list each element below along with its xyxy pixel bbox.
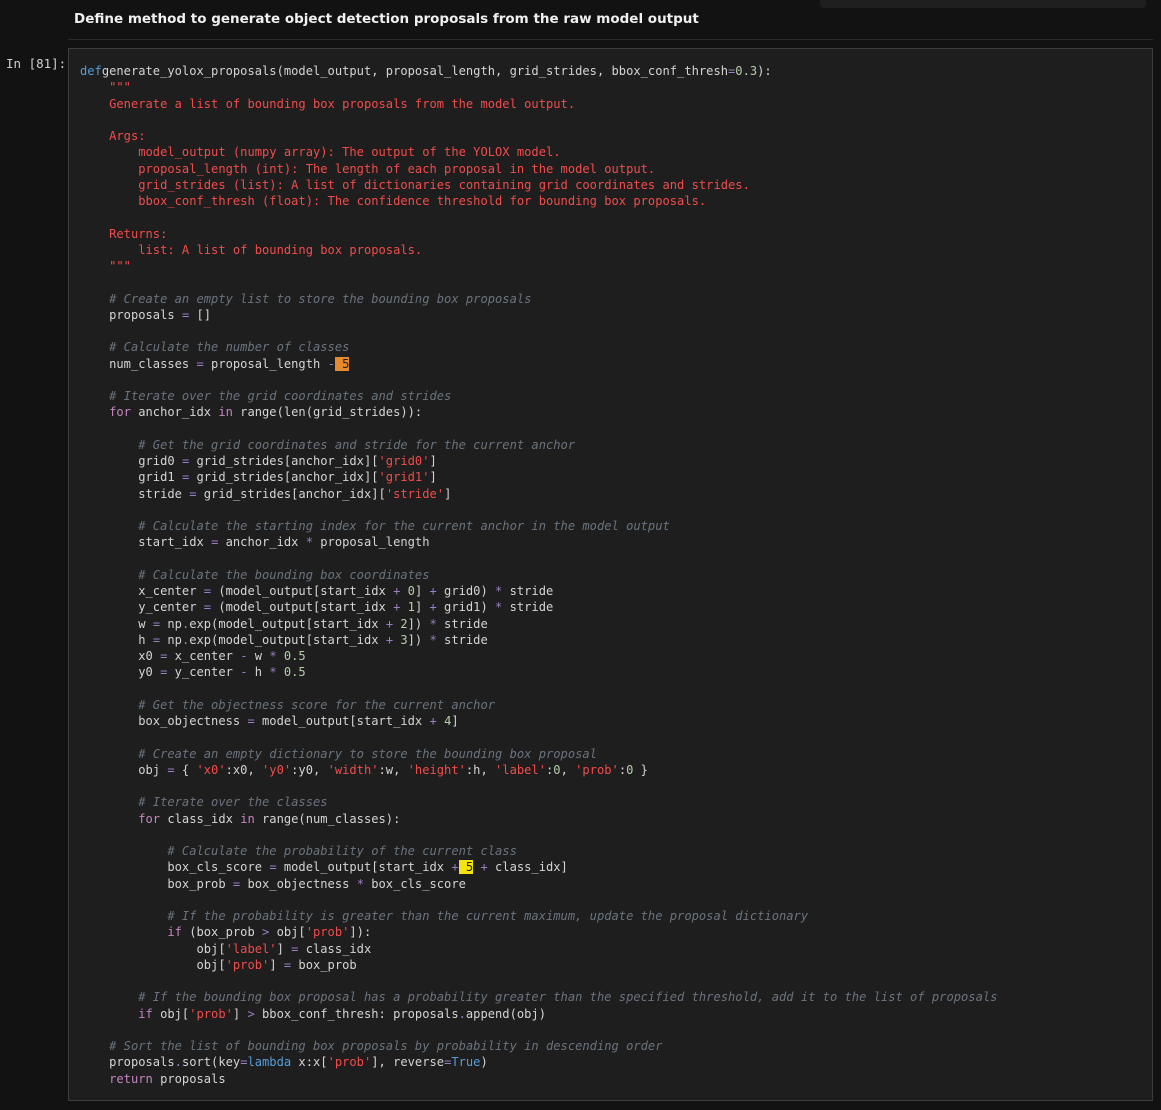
code-line: if (box_prob > obj['prob']): [80,925,372,940]
code-line: # Calculate the number of classes [80,340,350,355]
code-line: y0 = y_center - h * 0.5 [80,665,306,680]
code-line: # Create an empty list to store the boun… [80,291,532,306]
code-line: # Iterate over the classes [80,795,328,810]
code-line: if obj['prob'] > bbox_conf_thresh: propo… [80,1006,546,1021]
code-line: box_cls_score = model_output[start_idx +… [80,860,568,875]
cell-execution-prompt: In [81]: [6,56,67,71]
code-line: num_classes = proposal_length - 5 [80,356,350,371]
code-line: x_center = (model_output[start_idx + 0] … [80,584,554,598]
code-line: # Get the grid coordinates and stride fo… [80,437,576,452]
code-line: for class_idx in range(num_classes): [80,811,401,826]
code-line: grid_strides (list): A list of dictionar… [80,177,750,192]
code-line: obj['prob'] = box_prob [80,957,357,972]
markdown-cell-heading: Define method to generate object detecti… [74,11,699,27]
code-line: # Calculate the bounding box coordinates [80,567,430,582]
code-line: obj = { 'x0':x0, 'y0':y0, 'width':w, 'he… [80,762,648,777]
code-line: stride = grid_strides[anchor_idx]['strid… [80,486,452,501]
code-line: bbox_conf_thresh (float): The confidence… [80,194,707,208]
code-line: """ [80,259,131,273]
cell-divider [68,39,1153,40]
code-line: x0 = x_center - w * 0.5 [80,649,306,663]
code-line: proposals = [] [80,307,212,322]
code-line: for anchor_idx in range(len(grid_strides… [80,405,423,420]
code-line: defgenerate_yolox_proposals(model_output… [80,64,772,78]
code-line: box_prob = box_objectness * box_cls_scor… [80,876,466,891]
code-line: y_center = (model_output[start_idx + 1] … [80,600,554,615]
code-line: h = np.exp(model_output[start_idx + 3]) … [80,632,488,647]
code-line: model_output (numpy array): The output o… [80,145,561,160]
code-line: box_objectness = model_output[start_idx … [80,714,459,728]
code-line: # Iterate over the grid coordinates and … [80,389,452,403]
code-line: proposal_length (int): The length of eac… [80,161,656,176]
code-line: w = np.exp(model_output[start_idx + 2]) … [80,616,488,631]
code-line: """ [80,80,131,95]
code-cell-editor[interactable]: defgenerate_yolox_proposals(model_output… [68,48,1153,1101]
code-line: # Calculate the probability of the curre… [80,844,517,858]
code-line: # Calculate the starting index for the c… [80,519,670,533]
code-line: # Create an empty dictionary to store th… [80,746,597,761]
code-line: Generate a list of bounding box proposal… [80,96,576,111]
code-line: proposals.sort(key=lambda x:x['prob'], r… [80,1055,488,1070]
code-line: start_idx = anchor_idx * proposal_length [80,535,430,550]
code-block[interactable]: defgenerate_yolox_proposals(model_output… [80,63,997,1087]
code-line: Args: [80,129,146,143]
code-line: grid1 = grid_strides[anchor_idx]['grid1'… [80,470,437,485]
code-line: # If the bounding box proposal has a pro… [80,990,998,1005]
code-line: obj['label'] = class_idx [80,941,372,956]
code-line: list: A list of bounding box proposals. [80,242,423,257]
code-line: # Get the objectness score for the curre… [80,697,496,712]
code-line: return proposals [80,1071,226,1086]
top-toolbar-strip [820,0,1146,8]
code-line: # If the probability is greater than the… [80,909,809,923]
code-line: Returns: [80,226,168,241]
code-line: grid0 = grid_strides[anchor_idx]['grid0'… [80,454,437,468]
code-line: # Sort the list of bounding box proposal… [80,1039,663,1053]
